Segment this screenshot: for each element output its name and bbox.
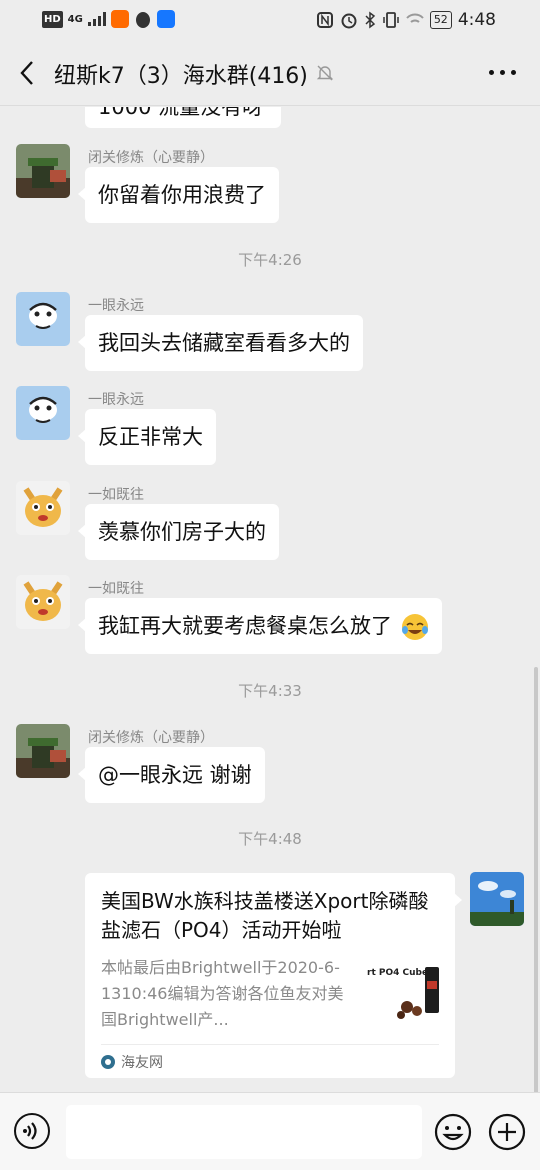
laughing-crying-emoji-icon [401, 614, 428, 640]
vibrate-icon [383, 12, 399, 28]
message-text: 我缸再大就要考虑餐桌怎么放了 [98, 614, 392, 638]
hd-indicator: HD [42, 10, 63, 28]
chat-header: 纽斯k7（3）海水群(416) [0, 40, 540, 106]
nfc-icon [316, 12, 333, 28]
source-icon [101, 1055, 115, 1069]
avatar[interactable] [16, 144, 70, 198]
taobao-app-icon [110, 10, 129, 28]
signal-icon [87, 12, 106, 26]
alarm-icon [341, 13, 357, 29]
avatar[interactable] [16, 386, 70, 440]
sender-name: 闭关修炼（心要静） [88, 150, 214, 166]
bluetooth-icon [365, 11, 375, 29]
chat-title: 纽斯k7（3）海水群(416) [54, 64, 308, 89]
message-text: 反正非常大 [98, 425, 203, 449]
link-card-title: 美国BW水族科技盖楼送Xport除磷酸盐滤石（PO4）活动开始啦 [101, 889, 429, 942]
timestamp: 下午4:26 [238, 251, 302, 269]
voice-icon[interactable] [14, 1113, 50, 1149]
message-bubble[interactable]: 反正非常大 [78, 409, 216, 465]
message-bubble[interactable]: 1000 流量没有呀 [85, 107, 281, 128]
chevron-left-icon[interactable] [16, 58, 40, 88]
timestamp: 下午4:33 [238, 682, 302, 700]
sender-name: 闭关修炼（心要静） [88, 730, 214, 746]
message-input[interactable] [66, 1105, 422, 1159]
qq-app-icon [135, 12, 150, 28]
message-text: @一眼永远 谢谢 [98, 763, 252, 787]
sender-name: 一如既往 [88, 581, 144, 597]
avatar[interactable] [470, 872, 524, 926]
network-indicator: 4G [67, 13, 83, 25]
wifi-off-icon [406, 13, 424, 23]
message-text: 我回头去储藏室看看多大的 [98, 331, 350, 355]
message-bubble[interactable]: 我缸再大就要考虑餐桌怎么放了 [78, 598, 442, 654]
scrollbar[interactable] [534, 667, 538, 1092]
link-card-description: 本帖最后由Brightwell于2020-6-1310:46编辑为答谢各位鱼友对… [101, 958, 344, 1029]
battery-indicator: 52 [429, 11, 452, 29]
alipay-app-icon [156, 10, 175, 28]
divider [101, 1044, 439, 1045]
message-bubble[interactable]: @一眼永远 谢谢 [78, 747, 265, 803]
link-card-thumbnail: rt PO4 Cubes [367, 961, 441, 1023]
input-bar [0, 1092, 540, 1170]
status-bar: HD 4G 52 4:48 [0, 0, 540, 40]
message-bubble[interactable]: 我回头去储藏室看看多大的 [78, 315, 363, 371]
more-dots-icon[interactable] [489, 70, 516, 75]
thumb-label: rt PO4 Cubes [367, 968, 433, 978]
sender-name: 一眼永远 [88, 298, 144, 314]
clock: 4:48 [457, 10, 496, 30]
mute-bell-icon [316, 65, 334, 81]
message-bubble[interactable]: 你留着你用浪费了 [78, 167, 279, 223]
link-card[interactable]: 美国BW水族科技盖楼送Xport除磷酸盐滤石（PO4）活动开始啦 本帖最后由Br… [85, 873, 462, 1078]
message-text: 你留着你用浪费了 [98, 183, 266, 207]
sender-name: 一如既往 [88, 487, 144, 503]
message-text: 羡慕你们房子大的 [98, 520, 266, 544]
chat-area[interactable]: 1000 流量没有呀 闭关修炼（心要静） 你留着你用浪费了 下午4:26 一眼永… [0, 107, 540, 1092]
avatar[interactable] [16, 481, 70, 535]
avatar[interactable] [16, 292, 70, 346]
message-text: 1000 流量没有呀 [98, 107, 264, 119]
emoji-icon[interactable] [434, 1113, 472, 1151]
link-card-source: 海友网 [101, 1052, 163, 1072]
avatar[interactable] [16, 575, 70, 629]
message-bubble[interactable]: 羡慕你们房子大的 [78, 504, 279, 560]
source-name: 海友网 [121, 1055, 163, 1071]
sender-name: 一眼永远 [88, 392, 144, 408]
avatar[interactable] [16, 724, 70, 778]
plus-icon[interactable] [488, 1113, 526, 1151]
timestamp: 下午4:48 [238, 830, 302, 848]
